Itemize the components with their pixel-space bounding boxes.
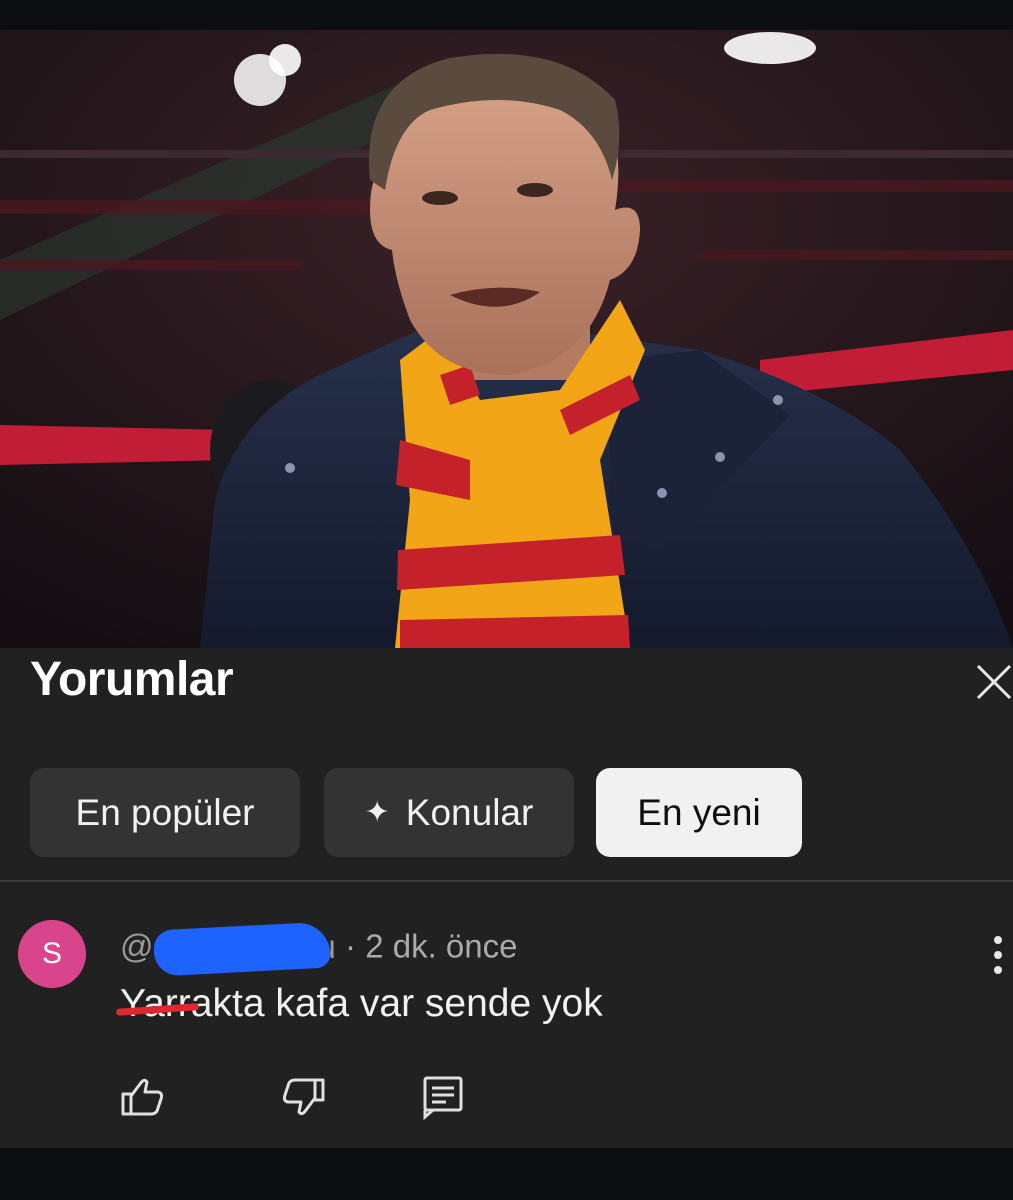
- sparkle-icon: ✦: [364, 796, 390, 829]
- more-options-icon[interactable]: [986, 932, 1010, 978]
- thumbs-down-icon[interactable]: [278, 1072, 328, 1122]
- chip-label: En popüler: [75, 791, 255, 833]
- handle-prefix[interactable]: @: [120, 928, 154, 965]
- chip-topics[interactable]: ✦ Konular: [324, 768, 574, 857]
- chip-label: Konular: [405, 791, 534, 833]
- comments-panel: Yorumlar En popüler ✦ Konular En yeni S …: [0, 648, 1013, 1148]
- scribbled-text: Yarr: [120, 982, 191, 1025]
- bottom-bar: [0, 1148, 1013, 1200]
- top-bar: [0, 0, 1013, 30]
- thumbs-up-icon[interactable]: [118, 1072, 168, 1122]
- chip-newest[interactable]: En yeni: [596, 768, 802, 857]
- divider: [0, 880, 1013, 882]
- comment-text-rest: akta kafa var sende yok: [190, 982, 603, 1025]
- avatar-letter: S: [41, 937, 62, 970]
- comments-title: Yorumlar: [30, 653, 234, 706]
- comment-time: · 2 dk. önce: [345, 927, 518, 965]
- chip-label: En yeni: [637, 791, 761, 833]
- reply-icon[interactable]: [418, 1072, 468, 1122]
- comment-text: Yarrakta kafa var sende yok: [120, 982, 603, 1026]
- article-photo: [0, 30, 1013, 648]
- avatar[interactable]: S: [18, 920, 86, 988]
- chip-most-popular[interactable]: En popüler: [30, 768, 300, 857]
- close-icon[interactable]: [972, 660, 1013, 704]
- comment-meta: @u · 2 dk. önce: [120, 921, 518, 977]
- redaction-mark: [152, 921, 331, 977]
